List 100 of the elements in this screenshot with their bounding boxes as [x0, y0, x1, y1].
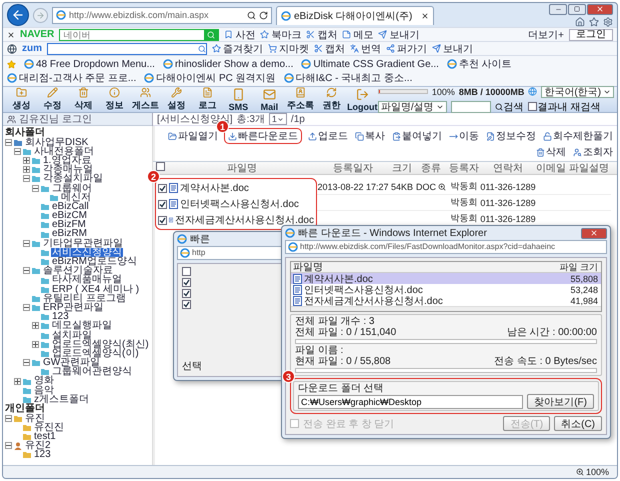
tree-item[interactable]: eBizRM업로드양식: [51, 257, 138, 266]
expand-toggle[interactable]: [23, 175, 30, 182]
tree-item[interactable]: eBizRM: [51, 229, 88, 239]
scrollbar[interactable]: [291, 306, 601, 311]
toolbar-item[interactable]: 보내기: [432, 42, 473, 56]
toolbar-button[interactable]: 주소록: [284, 87, 316, 112]
expand-toggle[interactable]: [32, 184, 39, 192]
tree-item[interactable]: GW관련파일: [42, 358, 102, 368]
expand-toggle[interactable]: [23, 267, 30, 274]
toolbar-button[interactable]: 권한: [316, 87, 347, 112]
tree-item[interactable]: eBizFM: [51, 220, 87, 230]
action-button[interactable]: 이동: [448, 128, 480, 144]
toolbar-item[interactable]: 사전: [224, 28, 256, 42]
row-checkbox[interactable]: [182, 278, 191, 287]
close-icon[interactable]: [7, 30, 15, 38]
toolbar-button[interactable]: 수정: [36, 87, 68, 112]
tree-item[interactable]: eBizCall: [51, 202, 90, 212]
search-button[interactable]: [204, 30, 218, 40]
tree-item[interactable]: 기타업무관련파일: [42, 238, 124, 248]
tree-item[interactable]: z게스트폴더: [33, 394, 90, 404]
search-box[interactable]: 네이버: [59, 28, 220, 40]
tree-item[interactable]: 솔루션기술자료: [42, 266, 114, 276]
action-button[interactable]: 조회자: [572, 145, 614, 159]
globe-icon[interactable]: [7, 44, 17, 54]
toolbar-item[interactable]: 캡처: [314, 42, 345, 56]
favorite-link[interactable]: rhinoslider Show a demo...: [162, 58, 294, 70]
close-button[interactable]: [587, 4, 613, 14]
expand-toggle[interactable]: [32, 340, 39, 348]
select-all-checkbox[interactable]: [182, 267, 191, 276]
tree-item[interactable]: 유진: [24, 414, 46, 423]
tree-item[interactable]: 123: [33, 450, 52, 460]
action-button[interactable]: 복사: [354, 128, 386, 144]
tree-item[interactable]: 1.영업자료: [42, 156, 92, 166]
page-select[interactable]: 1: [268, 113, 287, 125]
tree-item[interactable]: ERP ( XE4 세미나 ): [51, 284, 140, 294]
favorite-link[interactable]: 대리점-고객사 주문 프로...: [7, 71, 136, 85]
toolbar-button[interactable]: 정보: [98, 87, 130, 112]
action-button[interactable]: 정보수정: [485, 128, 537, 144]
tree-item[interactable]: test1: [33, 432, 57, 442]
magnifier-icon[interactable]: [438, 182, 446, 190]
search-scope-select[interactable]: 파일명/설명: [378, 100, 447, 112]
action-button[interactable]: 업로드: [307, 128, 349, 144]
refresh-icon[interactable]: [259, 10, 268, 20]
settings-icon[interactable]: [603, 16, 613, 26]
row-checkbox[interactable]: [182, 289, 191, 298]
file-row[interactable]: 전자세금계산서사용신청서.doc 41,984: [291, 295, 601, 306]
tree-item[interactable]: 그룹웨어관련양식: [51, 367, 133, 376]
expand-toggle[interactable]: [5, 414, 12, 422]
language-select[interactable]: 한국어(한국): [541, 86, 614, 98]
expand-toggle[interactable]: [14, 148, 21, 155]
tree-item[interactable]: 업로드엑셀양식(최신): [51, 340, 150, 349]
expand-toggle[interactable]: [23, 157, 30, 164]
search-box[interactable]: [47, 42, 207, 54]
tree-item[interactable]: 각종매뉴얼: [42, 165, 94, 174]
search-icon[interactable]: [247, 10, 256, 20]
toolbar-button[interactable]: 생성: [6, 87, 37, 112]
toolbar-button[interactable]: 삭제: [68, 87, 99, 112]
toolbar-item[interactable]: 번역: [350, 42, 381, 56]
tree-item[interactable]: 메신저: [60, 192, 92, 202]
tree-item[interactable]: 설치파일: [51, 330, 93, 340]
tree-item[interactable]: 서비스신청양식: [51, 248, 123, 258]
maximize-button[interactable]: [568, 4, 586, 14]
expand-toggle[interactable]: [23, 240, 30, 247]
zoom-level[interactable]: 100%: [586, 467, 609, 477]
toolbar-button[interactable]: 로그: [192, 87, 223, 112]
back-button[interactable]: [7, 4, 29, 26]
expand-toggle[interactable]: [14, 378, 21, 385]
tree-item[interactable]: 타사제품매뉴얼: [51, 275, 123, 285]
toolbar-item[interactable]: 지마켓: [268, 42, 309, 56]
tree-item[interactable]: 사내전용폴더: [33, 146, 95, 156]
tree-item[interactable]: 업로드엑셀양식(이): [51, 348, 140, 358]
tree-item[interactable]: 유틸리티 프로그램: [42, 294, 127, 303]
row-checkbox[interactable]: [158, 184, 167, 192]
expand-toggle[interactable]: [23, 166, 30, 174]
action-button[interactable]: 붙여넣기: [391, 128, 443, 144]
action-button[interactable]: 회수제한풀기: [542, 128, 614, 144]
close-button[interactable]: [581, 228, 607, 238]
expand-toggle[interactable]: [5, 138, 12, 146]
toolbar-item[interactable]: 북마크: [260, 28, 302, 42]
favorite-link[interactable]: Ultimate CSS Gradient Ge...: [301, 58, 439, 70]
favorite-link[interactable]: 다해아이엔씨 PC 원격지원: [144, 71, 276, 85]
tree-item[interactable]: 데모실행파일: [51, 321, 113, 331]
search-button[interactable]: 검색: [494, 100, 524, 114]
toolbar-button[interactable]: SMS: [222, 87, 254, 112]
tree-item[interactable]: 회사업무DISK: [24, 138, 90, 147]
toolbar-button[interactable]: Mail: [254, 87, 285, 112]
scrollbar[interactable]: [152, 126, 155, 465]
select-all-checkbox[interactable]: [156, 162, 164, 171]
toolbar-button[interactable]: Logout: [346, 87, 378, 112]
star-icon[interactable]: [7, 60, 16, 68]
zoom-icon[interactable]: [576, 468, 584, 476]
expand-toggle[interactable]: [32, 322, 39, 330]
address-bar[interactable]: http://www.ebizdisk.com/main.aspx: [52, 6, 272, 24]
toolbar-button[interactable]: 게스트: [130, 87, 161, 112]
browser-tab[interactable]: eBizDisk 다해아이엔씨(주): [276, 6, 434, 25]
toolbar-item[interactable]: 메모: [342, 28, 374, 42]
folder-path-field[interactable]: C:₩Users₩graphic₩Desktop: [298, 394, 524, 408]
row-checkbox[interactable]: [182, 300, 191, 309]
action-button[interactable]: 파일열기: [167, 128, 219, 144]
dialog-button[interactable]: 취소(C): [554, 416, 602, 431]
